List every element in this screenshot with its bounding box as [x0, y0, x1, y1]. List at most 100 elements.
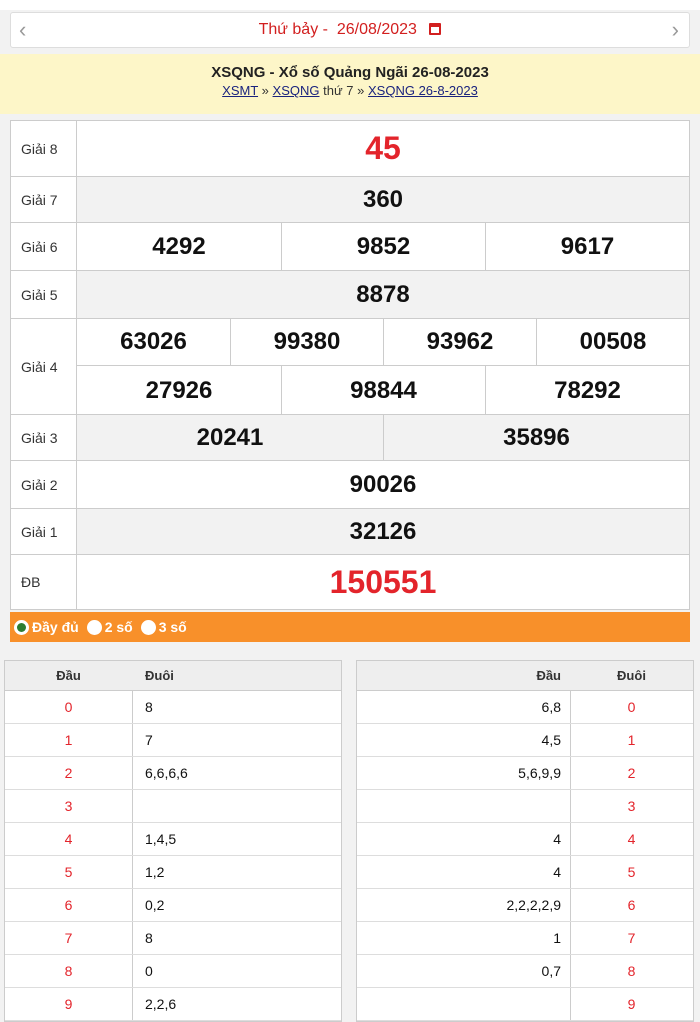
head-digits: 6,8: [541, 699, 561, 715]
prize-number: 20241: [196, 423, 264, 451]
breadcrumb-date-link[interactable]: XSQNG 26-8-2023: [368, 83, 478, 98]
calendar-icon[interactable]: [429, 23, 442, 35]
radio-icon[interactable]: [86, 619, 102, 635]
tail-digits: 0: [145, 963, 153, 979]
tail-digit: 6: [627, 897, 636, 913]
column-header-dau: Đầu: [536, 668, 561, 683]
prize-label: ĐB: [11, 555, 77, 609]
prize-label: Giải 4: [11, 319, 77, 414]
tail-digits: 0,2: [145, 897, 165, 913]
tail-digits: 1,4,5: [145, 831, 177, 847]
column-header-dau: Đầu: [56, 668, 81, 683]
column-header-duoi: Đuôi: [617, 668, 646, 683]
head-digit: 3: [64, 798, 73, 814]
head-digits: 4: [553, 864, 561, 880]
results-table: Giải 8 45 Giải 7 360 Giải 6 4292 9852 96…: [10, 120, 690, 610]
tail-digit: 2: [627, 765, 636, 781]
table-row: 78: [5, 922, 341, 955]
head-digits: 5,6,9,9: [518, 765, 561, 781]
tail-digit: 7: [627, 930, 636, 946]
radio-icon[interactable]: [140, 619, 156, 635]
result-header: XSQNG - Xổ số Quảng Ngãi 26-08-2023 XSMT…: [0, 54, 700, 114]
prize-row-4: Giải 4 63026 99380 93962 00508 27926 988…: [11, 319, 689, 415]
tail-digits: 6,6,6,6: [145, 765, 188, 781]
prize-row-8: Giải 8 45: [11, 121, 689, 177]
date-label: 26/08/2023: [336, 21, 417, 38]
table-row: 45: [357, 856, 693, 889]
table-row: 3: [5, 790, 341, 823]
filter-3-digit-option[interactable]: 3 số: [140, 619, 187, 635]
table-header: Đầu Đuôi: [5, 661, 341, 691]
weekday-label: Thứ bảy -: [258, 21, 328, 38]
head-digit: 4: [64, 831, 73, 847]
table-row: 9: [357, 988, 693, 1021]
prize-label: Giải 3: [11, 415, 77, 460]
prize-row-3: Giải 3 20241 35896: [11, 415, 689, 461]
head-digit: 5: [64, 864, 73, 880]
tail-digits: 8: [145, 699, 153, 715]
head-digits: 2,2,2,2,9: [506, 897, 562, 913]
tail-digits: 2,2,6: [145, 996, 177, 1012]
tail-digit: 4: [627, 831, 636, 847]
prize-number: 27926: [145, 376, 213, 404]
head-digit: 7: [64, 930, 73, 946]
next-date-button[interactable]: ›: [672, 18, 679, 42]
digit-filter-bar: Đầy đủ 2 số 3 số: [10, 612, 690, 642]
head-digits: 0,7: [541, 963, 561, 979]
tail-digit: 1: [627, 732, 636, 748]
prize-number: 32126: [349, 517, 417, 545]
date-navigation-bar: ‹ Thứ bảy - 26/08/2023 ›: [10, 12, 690, 48]
table-row: 17: [357, 922, 693, 955]
date-display[interactable]: Thứ bảy - 26/08/2023: [11, 21, 689, 39]
table-row: 6 0,2: [5, 889, 341, 922]
table-row: 3: [357, 790, 693, 823]
table-row: 2,2,2,2,9 6: [357, 889, 693, 922]
prize-number: 98844: [281, 366, 485, 415]
filter-2-digit-option[interactable]: 2 số: [86, 619, 133, 635]
tail-digit: 0: [627, 699, 636, 715]
head-digit: 9: [64, 996, 73, 1012]
radio-checked-icon[interactable]: [14, 619, 29, 635]
prize-number: 9852: [281, 223, 485, 270]
head-digit: 6: [64, 897, 73, 913]
head-digits: [357, 790, 561, 822]
breadcrumb: XSMT » XSQNG thứ 7 » XSQNG 26-8-2023: [0, 83, 700, 98]
breadcrumb-separator: »: [261, 83, 269, 98]
table-row: 5 1,2: [5, 856, 341, 889]
special-prize-number: 150551: [329, 563, 437, 600]
breadcrumb-weekday: thứ 7: [323, 83, 354, 98]
prize-row-6: Giải 6 4292 9852 9617: [11, 223, 689, 271]
prize-number: 8878: [356, 280, 410, 308]
page-title: XSQNG - Xổ số Quảng Ngãi 26-08-2023: [211, 64, 489, 81]
filter-full-option[interactable]: Đầy đủ: [14, 619, 79, 635]
loto-head-table: Đầu Đuôi 0 8 1 7 2 6,6,6,6 3 4 1,4,5 5 1,2 6 0,2 7 8 8 0…: [4, 660, 342, 1022]
prize-label: Giải 5: [11, 271, 77, 318]
head-digits: [357, 988, 561, 1020]
prize-number: 35896: [383, 415, 689, 460]
breadcrumb-xsmt-link[interactable]: XSMT: [222, 83, 258, 98]
tail-digits: 1,2: [145, 864, 165, 880]
breadcrumb-xsqng-link[interactable]: XSQNG: [273, 83, 320, 98]
table-row: 17: [5, 724, 341, 757]
table-header: Đầu Đuôi: [357, 661, 693, 691]
table-row: 4 1,4,5: [5, 823, 341, 856]
tail-digits: 8: [145, 930, 153, 946]
prize-label: Giải 2: [11, 461, 77, 508]
prize-row-special: ĐB 150551: [11, 555, 689, 609]
tail-digit: 5: [627, 864, 636, 880]
prize-row-5: Giải 5 8878: [11, 271, 689, 319]
prize-number: 9617: [485, 223, 689, 270]
prize-row-7: Giải 7 360: [11, 177, 689, 223]
head-digits: 1: [553, 930, 561, 946]
head-digit: 8: [64, 963, 73, 979]
tail-digit: 3: [627, 798, 636, 814]
prize-label: Giải 6: [11, 223, 77, 270]
table-row: 44: [357, 823, 693, 856]
prize-number: 4292: [152, 232, 206, 260]
prize-number: 63026: [120, 328, 187, 355]
head-digit: 2: [64, 765, 73, 781]
table-row: 4,5 1: [357, 724, 693, 757]
column-header-duoi: Đuôi: [145, 668, 174, 683]
tail-digit: 8: [627, 963, 636, 979]
head-digits: 4,5: [541, 732, 561, 748]
